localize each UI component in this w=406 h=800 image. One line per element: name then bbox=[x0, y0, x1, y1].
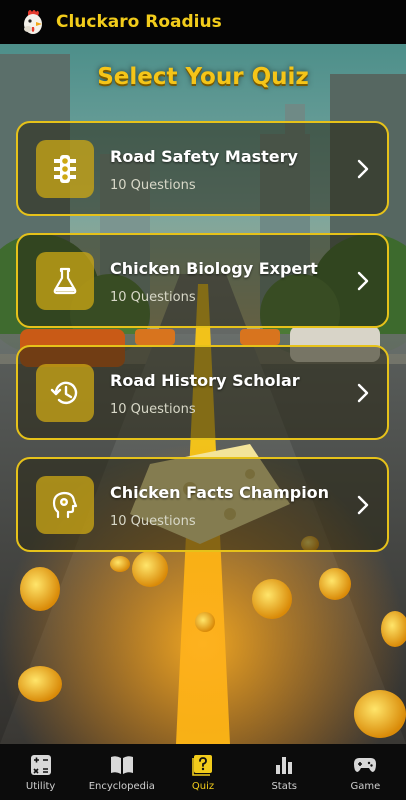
traffic-light-icon bbox=[36, 140, 94, 198]
bar-chart-icon bbox=[272, 753, 296, 777]
question-count: 10 Questions bbox=[110, 514, 196, 529]
nav-label: Stats bbox=[271, 780, 297, 792]
question-count: 10 Questions bbox=[110, 402, 196, 417]
app-title: Cluckaro Roadius bbox=[56, 12, 222, 32]
page-title: Select Your Quiz bbox=[97, 64, 309, 90]
quiz-card-chicken-biology[interactable]: Chicken Biology Expert 10 Questions bbox=[16, 233, 389, 328]
quiz-screen: Select Your Quiz Road Safety Mastery 10 … bbox=[0, 44, 406, 744]
nav-label: Utility bbox=[25, 780, 56, 792]
question-count: 10 Questions bbox=[110, 290, 196, 305]
nav-label: Encyclopedia bbox=[88, 780, 155, 792]
question-count: 10 Questions bbox=[110, 178, 196, 193]
chevron-right-icon bbox=[357, 271, 369, 291]
nav-item-encyclopedia[interactable]: Encyclopedia bbox=[81, 744, 162, 800]
calculator-icon bbox=[29, 753, 53, 777]
nav-label: Quiz bbox=[191, 780, 215, 792]
quiz-card-road-history[interactable]: Road History Scholar 10 Questions bbox=[16, 345, 389, 440]
chevron-right-icon bbox=[357, 495, 369, 515]
nav-item-quiz[interactable]: Quiz bbox=[162, 744, 243, 800]
flask-icon bbox=[36, 252, 94, 310]
nav-item-stats[interactable]: Stats bbox=[244, 744, 325, 800]
history-icon bbox=[36, 364, 94, 422]
quiz-card-road-safety[interactable]: Road Safety Mastery 10 Questions bbox=[16, 121, 389, 216]
nav-item-utility[interactable]: Utility bbox=[0, 744, 81, 800]
chicken-logo-icon bbox=[16, 5, 50, 39]
open-book-icon bbox=[110, 753, 134, 777]
chevron-right-icon bbox=[357, 159, 369, 179]
nav-item-game[interactable]: Game bbox=[325, 744, 406, 800]
gamepad-icon bbox=[353, 753, 377, 777]
chevron-right-icon bbox=[357, 383, 369, 403]
quiz-icon bbox=[191, 753, 215, 777]
quiz-title: Road History Scholar bbox=[110, 371, 300, 390]
app-bar: Cluckaro Roadius bbox=[0, 0, 406, 44]
head-gear-icon bbox=[36, 476, 94, 534]
quiz-title: Chicken Biology Expert bbox=[110, 259, 318, 278]
quiz-title: Road Safety Mastery bbox=[110, 147, 298, 166]
bottom-navigation: Utility Encyclopedia Quiz Stats Game bbox=[0, 744, 406, 800]
quiz-card-chicken-facts[interactable]: Chicken Facts Champion 10 Questions bbox=[16, 457, 389, 552]
nav-label: Game bbox=[350, 780, 381, 792]
quiz-title: Chicken Facts Champion bbox=[110, 483, 330, 502]
